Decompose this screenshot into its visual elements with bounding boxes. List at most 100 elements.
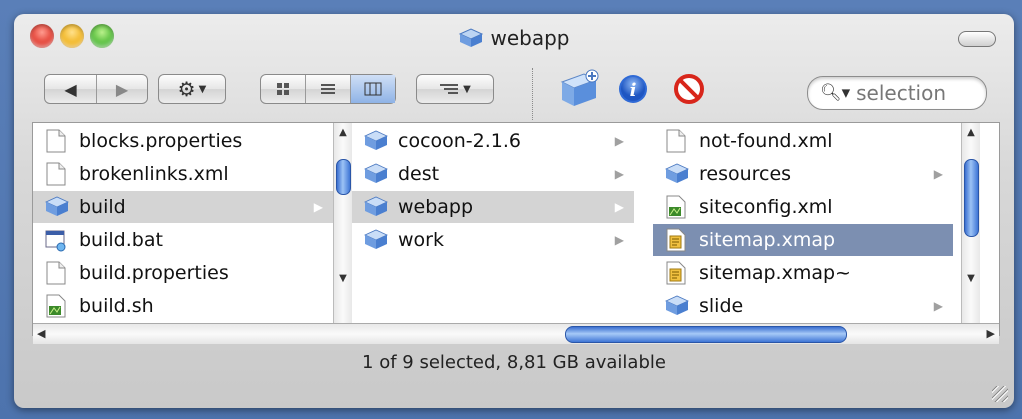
- list-item-label: slide: [699, 295, 744, 317]
- column-view-icon: [364, 82, 382, 96]
- back-arrow-icon: ◀: [64, 79, 77, 99]
- list-item[interactable]: not-found.xml: [653, 125, 953, 157]
- title-bar[interactable]: webapp: [14, 14, 1014, 56]
- gear-icon: ⚙: [177, 77, 196, 101]
- scroll-right-arrow-icon[interactable]: ▶: [987, 327, 995, 340]
- icon-view-icon: [277, 83, 290, 95]
- list-item-label: sitemap.xmap: [699, 229, 836, 251]
- svg-text:i: i: [630, 80, 637, 101]
- list-item[interactable]: build.bat: [33, 224, 333, 256]
- disclosure-arrow-icon: ▶: [614, 233, 624, 247]
- info-icon: i: [619, 75, 647, 103]
- scroll-down-arrow-icon[interactable]: ▼: [962, 273, 980, 289]
- list-item[interactable]: build ▶: [33, 191, 333, 223]
- list-item-label: build.sh: [79, 295, 154, 317]
- column-view-button[interactable]: [350, 75, 396, 103]
- list-view-button[interactable]: [306, 75, 349, 103]
- list-item[interactable]: work ▶: [352, 224, 634, 256]
- chevron-down-icon: ▼: [198, 83, 207, 95]
- back-button[interactable]: ◀: [45, 75, 96, 103]
- window-title: webapp: [14, 26, 1014, 53]
- search-placeholder: selection: [856, 81, 947, 105]
- disclosure-arrow-icon: ▶: [933, 299, 943, 313]
- toolbar-toggle-button[interactable]: [958, 31, 996, 47]
- script-icon: [665, 195, 687, 219]
- finder-window: webapp ◀ ▶ ⚙ ▼ ▼ i 🔍︎▾ selection blocks.…: [14, 14, 1014, 408]
- list-item[interactable]: dest ▶: [352, 158, 634, 190]
- vertical-scroll-thumb[interactable]: [336, 159, 351, 195]
- vertical-scrollbar[interactable]: ▲ ▼: [961, 123, 980, 323]
- list-item[interactable]: cocoon-2.1.6 ▶: [352, 125, 634, 157]
- list-item[interactable]: build.sh: [33, 290, 333, 322]
- list-item-label: webapp: [398, 196, 474, 218]
- no-entry-icon: [674, 74, 704, 104]
- get-info-button[interactable]: i: [618, 74, 648, 108]
- arrange-icon: [440, 84, 459, 94]
- view-switcher: [260, 74, 396, 104]
- disclosure-arrow-icon: ▶: [933, 167, 943, 181]
- list-item[interactable]: brokenlinks.xml: [33, 158, 333, 190]
- scroll-down-arrow-icon[interactable]: ▼: [334, 273, 352, 289]
- search-icon: 🔍︎▾: [820, 83, 851, 103]
- folder-icon: [364, 195, 388, 219]
- folder-icon: [364, 228, 388, 252]
- list-item[interactable]: build.properties: [33, 257, 333, 289]
- list-item-label: sitemap.xmap~: [699, 262, 851, 284]
- list-item[interactable]: sitemap.xmap~: [653, 257, 953, 289]
- toolbar-separator: [532, 68, 533, 120]
- list-item-label: work: [398, 229, 444, 251]
- list-item-label: dest: [398, 163, 440, 185]
- window-title-text: webapp: [490, 26, 570, 50]
- new-folder-button[interactable]: [558, 68, 602, 112]
- list-item[interactable]: slide ▶: [653, 290, 953, 322]
- disclosure-arrow-icon: ▶: [614, 200, 624, 214]
- status-bar: 1 of 9 selected, 8,81 GB available: [362, 352, 666, 373]
- vertical-scroll-thumb[interactable]: [964, 159, 979, 237]
- list-item[interactable]: webapp ▶: [352, 191, 634, 223]
- folder-icon: [45, 195, 69, 219]
- new-folder-icon: [560, 69, 599, 106]
- document-icon: [45, 261, 67, 285]
- scroll-left-arrow-icon[interactable]: ◀: [37, 327, 45, 340]
- horizontal-scrollbar[interactable]: ◀ ▶: [33, 323, 999, 344]
- resize-grip[interactable]: [992, 386, 1008, 402]
- forward-button[interactable]: ▶: [97, 75, 147, 103]
- scroll-up-arrow-icon[interactable]: ▲: [334, 127, 352, 143]
- arrange-menu-button[interactable]: ▼: [416, 74, 494, 104]
- list-item[interactable]: blocks.properties: [33, 125, 333, 157]
- search-field[interactable]: 🔍︎▾ selection: [807, 76, 987, 110]
- folder-icon: [458, 28, 484, 53]
- list-item[interactable]: sitemap.xmap: [653, 224, 953, 256]
- script-icon: [45, 294, 67, 318]
- xmap-file-icon: [665, 261, 687, 285]
- vertical-scrollbar[interactable]: ▲ ▼: [333, 123, 352, 323]
- list-item-label: brokenlinks.xml: [79, 163, 229, 185]
- delete-button[interactable]: [674, 74, 704, 108]
- document-icon: [665, 129, 687, 153]
- folder-icon: [665, 162, 689, 186]
- disclosure-arrow-icon: ▶: [614, 134, 624, 148]
- list-view-icon: [321, 84, 335, 94]
- scroll-up-arrow-icon[interactable]: ▲: [962, 127, 980, 143]
- list-item[interactable]: resources ▶: [653, 158, 953, 190]
- disclosure-arrow-icon: ▶: [313, 200, 323, 214]
- column-browser: blocks.properties brokenlinks.xml build ▶ bu…: [32, 122, 1000, 344]
- list-item-label: build.bat: [79, 229, 163, 251]
- horizontal-scroll-thumb[interactable]: [565, 326, 847, 343]
- browser-column-1: blocks.properties brokenlinks.xml build ▶ bu…: [33, 123, 333, 323]
- list-item[interactable]: siteconfig.xml: [653, 191, 953, 223]
- browser-column-2: cocoon-2.1.6 ▶ dest ▶ webapp ▶ work ▶: [352, 123, 634, 323]
- list-item-label: not-found.xml: [699, 130, 833, 152]
- document-icon: [45, 129, 67, 153]
- xmap-file-icon: [665, 228, 687, 252]
- action-menu-button[interactable]: ⚙ ▼: [158, 74, 226, 104]
- folder-icon: [364, 129, 388, 153]
- list-item-label: blocks.properties: [79, 130, 243, 152]
- document-icon: [45, 162, 67, 186]
- icon-view-button[interactable]: [261, 75, 305, 103]
- batch-file-icon: [45, 228, 67, 252]
- list-item-label: cocoon-2.1.6: [398, 130, 522, 152]
- list-item-label: build: [79, 196, 126, 218]
- forward-arrow-icon: ▶: [115, 79, 129, 99]
- disclosure-arrow-icon: ▶: [614, 167, 624, 181]
